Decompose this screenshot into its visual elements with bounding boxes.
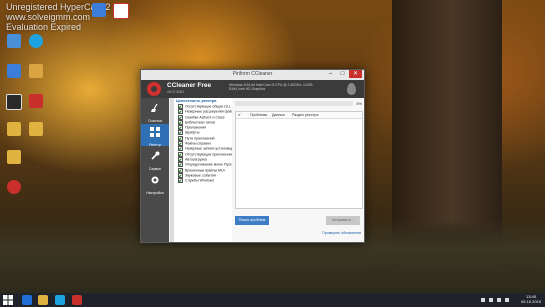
- tree-item-label: Отсутствующие общие DLL: [185, 104, 231, 109]
- tree-item-label: Временные файлы MUI: [185, 168, 225, 173]
- tree-item-label: Пути приложений: [185, 136, 215, 141]
- checkbox[interactable]: [178, 141, 183, 147]
- folder-icon[interactable]: [25, 122, 47, 136]
- volume-icon[interactable]: [497, 298, 501, 302]
- watermark-line-3: Evaluation Expired: [6, 22, 82, 32]
- checkbox[interactable]: [178, 167, 183, 173]
- checkbox[interactable]: [178, 125, 183, 131]
- scan-issues-button[interactable]: Поиск проблем: [235, 216, 269, 225]
- close-button[interactable]: ✕: [349, 70, 362, 78]
- checkbox[interactable]: [178, 151, 183, 157]
- sidebar-item-tools[interactable]: Сервис: [141, 148, 169, 171]
- progress-bar: [235, 101, 353, 106]
- registry-icon: [150, 127, 160, 137]
- watermark-line-2: www.solveigmm.com: [6, 12, 91, 22]
- checkbox[interactable]: [178, 130, 183, 136]
- skype-icon[interactable]: [25, 34, 47, 48]
- wrench-icon: [151, 151, 160, 160]
- tree-item-label: Файлы справки: [185, 141, 211, 146]
- folder-icon[interactable]: [3, 122, 25, 136]
- tree-item-label: Приложения: [185, 125, 207, 130]
- explorer-icon[interactable]: [38, 295, 48, 305]
- checkbox[interactable]: [178, 109, 183, 115]
- sidebar-item-cleaner[interactable]: Очистка: [141, 100, 169, 123]
- app-name: CCleaner Free: [167, 82, 212, 89]
- checkbox[interactable]: [178, 178, 183, 184]
- sidebar-item-label: Очистка: [148, 119, 162, 123]
- check-updates-link[interactable]: Проверить обновления: [322, 231, 361, 235]
- tray-icon[interactable]: [489, 298, 493, 302]
- taskbar-clock[interactable]: 13:45 05.10.2015: [521, 294, 541, 304]
- yandex-icon[interactable]: [110, 3, 132, 19]
- column-header[interactable]: Проблема: [250, 113, 267, 117]
- app-icon[interactable]: [3, 180, 25, 194]
- tree-item-label: Шрифты: [185, 130, 200, 135]
- checkbox[interactable]: [178, 104, 183, 109]
- tree-item-label: Упорядочивание меню Пуск: [185, 162, 232, 167]
- piriform-drop-icon: [347, 83, 356, 95]
- minimize-button[interactable]: –: [325, 70, 336, 78]
- checkbox[interactable]: [178, 172, 183, 178]
- checkbox[interactable]: [178, 114, 183, 120]
- title-bar[interactable]: Piriform CCleaner – □ ✕: [141, 70, 364, 80]
- document-icon[interactable]: [3, 94, 25, 110]
- app-header: CCleaner Free v5.07.5261 Windows 8 64-bi…: [141, 80, 364, 98]
- maximize-button[interactable]: □: [337, 70, 348, 78]
- skype-icon[interactable]: [55, 295, 65, 305]
- table-header: ✔ Проблема Данные Раздел реестра: [236, 112, 362, 119]
- checkbox[interactable]: [178, 162, 183, 168]
- taskbar: 13:45 05.10.2015: [0, 293, 545, 307]
- folder-icon[interactable]: [3, 150, 25, 164]
- app-version: v5.07.5261: [167, 90, 185, 94]
- tree-item-label: Автозагрузка: [185, 157, 207, 162]
- checkbox[interactable]: [178, 135, 183, 141]
- system-info: Windows 8 64-bit Intel Core i3 CPU @ 2.4…: [229, 83, 313, 92]
- ie-icon[interactable]: [22, 295, 32, 305]
- tree-item-label: Службы Windows: [185, 178, 215, 183]
- tree-item-label: Неверные расширения файлов: [185, 109, 232, 114]
- network-icon[interactable]: [505, 298, 509, 302]
- column-header[interactable]: Данные: [272, 113, 285, 117]
- registry-options-tree: Целостность реестра Отсутствующие общие …: [174, 98, 232, 242]
- column-header[interactable]: Раздел реестра: [292, 113, 318, 117]
- ccleaner-window: Piriform CCleaner – □ ✕ CCleaner Free v5…: [140, 69, 365, 243]
- checkbox[interactable]: [178, 156, 183, 162]
- app-icon[interactable]: [88, 3, 110, 17]
- tree-item-label: Библиотеки типов: [185, 120, 215, 125]
- sidebar-item-settings[interactable]: Настройки: [141, 172, 169, 195]
- sidebar: Очистка Реестр Сервис Настройки: [141, 98, 169, 242]
- tree-item-label: Неверные записи установщика: [185, 146, 232, 151]
- broom-icon: [151, 103, 158, 112]
- tree-item-label: Ошибки ActiveX и Class: [185, 115, 225, 120]
- sidebar-item-label: Настройки: [146, 191, 164, 195]
- tray-icon[interactable]: [481, 298, 485, 302]
- results-panel: 0% ✔ Проблема Данные Раздел реестра Поис…: [232, 98, 364, 242]
- clock-date: 05.10.2015: [520, 299, 541, 304]
- progress-percent: 0%: [356, 101, 362, 106]
- ccleaner-taskbar-icon[interactable]: [72, 295, 82, 305]
- tree-item[interactable]: Службы Windows: [174, 178, 232, 184]
- checkbox[interactable]: [178, 119, 183, 125]
- archive-icon[interactable]: [25, 64, 47, 78]
- monitor-icon[interactable]: [3, 64, 25, 78]
- ccleaner-logo-icon: [147, 82, 161, 96]
- select-all-checkbox[interactable]: ✔: [238, 113, 241, 117]
- sidebar-item-registry[interactable]: Реестр: [141, 124, 169, 147]
- pdf-icon[interactable]: [25, 94, 47, 108]
- results-table: ✔ Проблема Данные Раздел реестра: [235, 111, 363, 209]
- gear-icon: [151, 176, 159, 184]
- sidebar-item-label: Реестр: [149, 143, 161, 147]
- computer-icon[interactable]: [3, 34, 25, 48]
- tree-item-label: Отсутствующие приложения: [185, 152, 232, 157]
- sidebar-item-label: Сервис: [148, 167, 162, 171]
- tree-item-label: Звуковые события: [185, 173, 216, 178]
- windows-start-icon[interactable]: [3, 295, 13, 305]
- fix-selected-button[interactable]: Исправить...: [326, 216, 360, 225]
- checkbox[interactable]: [178, 146, 183, 152]
